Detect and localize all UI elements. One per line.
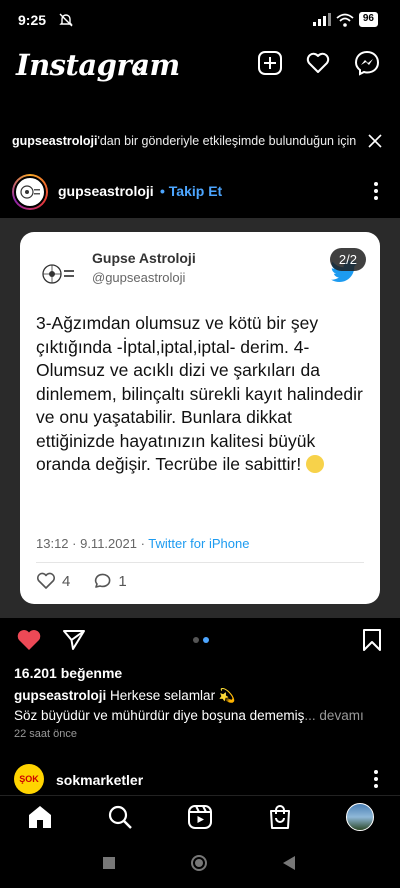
app-header: Instagram: [0, 44, 400, 88]
post-time: 22 saat önce: [14, 728, 77, 740]
shop-icon[interactable]: [267, 804, 293, 830]
avatar[interactable]: [12, 174, 48, 210]
follow-separator: •: [160, 183, 165, 199]
tweet-avatar: [38, 254, 78, 294]
tweet-author-handle: @gupseastroloji: [92, 270, 186, 285]
system-nav-bar: [0, 842, 400, 888]
tweet-divider: [36, 562, 364, 563]
carousel-dot-active: [203, 637, 209, 643]
tweet-timestamp: 13:12 · 9.11.2021 ·: [36, 536, 149, 551]
post-username[interactable]: gupseastroloji: [58, 183, 154, 199]
tweet-body-text: 3-Ağzımdan olumsuz ve kötü bir şey çıktı…: [36, 313, 363, 474]
tweet-stats: 4 1: [36, 572, 149, 590]
status-time: 9:25: [18, 12, 47, 28]
next-post-header: ŞOK sokmarketler: [0, 762, 400, 796]
home-icon[interactable]: [27, 804, 53, 830]
signal-icon: [312, 13, 331, 26]
tweet-reply-count: 1: [118, 572, 127, 590]
back-icon[interactable]: [282, 855, 296, 871]
smile-emoji-icon: [306, 455, 325, 473]
share-icon[interactable]: [62, 628, 86, 652]
battery-indicator: 96: [358, 12, 378, 27]
suggestion-text: gupseastroloji'dan bir gönderiyle etkile…: [12, 134, 356, 148]
post-image[interactable]: Gupse Astroloji @gupseastroloji 3-Ağzımd…: [0, 218, 400, 618]
follow-label: Takip Et: [168, 183, 223, 199]
caption-more-link[interactable]: ... devamı: [304, 708, 363, 723]
caption-line-2: Söz büyüdür ve mühürdür diye boşuna deme…: [14, 708, 305, 723]
add-post-icon[interactable]: [257, 50, 283, 76]
search-icon[interactable]: [107, 804, 133, 830]
instagram-logo[interactable]: Instagram: [16, 48, 180, 82]
like-count[interactable]: 16.201 beğenme: [14, 665, 122, 681]
suggestion-reason: 'dan bir gönderiyle etkileşimde bulunduğ…: [97, 134, 357, 148]
tweet-text: 3-Ağzımdan olumsuz ve kötü bir şey çıktı…: [36, 312, 372, 477]
caption: gupseastroloji Herkese selamlar 💫 Söz bü…: [14, 686, 394, 726]
heart-icon[interactable]: [305, 50, 331, 76]
caption-username[interactable]: gupseastroloji: [14, 688, 106, 703]
tweet-source: Twitter for iPhone: [148, 536, 250, 551]
suggestion-username[interactable]: gupseastroloji: [12, 134, 97, 148]
home-button-icon[interactable]: [190, 854, 208, 872]
tweet-like-count: 4: [62, 572, 71, 590]
carousel-dot: [193, 637, 199, 643]
avatar[interactable]: ŞOK: [14, 764, 44, 794]
follow-button[interactable]: • Takip Et: [160, 183, 222, 199]
sok-logo-text: ŞOK: [19, 774, 39, 784]
post-actions: [0, 626, 400, 656]
recents-icon[interactable]: [102, 856, 116, 870]
reply-icon: [95, 573, 111, 588]
bottom-nav: [0, 795, 400, 839]
astrology-logo-icon: [20, 185, 40, 199]
next-post-username[interactable]: sokmarketler: [56, 772, 143, 788]
wifi-icon: [336, 13, 354, 27]
messenger-icon[interactable]: [354, 50, 380, 76]
tweet-card: Gupse Astroloji @gupseastroloji 3-Ağzımd…: [20, 232, 380, 604]
liked-heart-icon[interactable]: [16, 628, 42, 652]
more-options-icon[interactable]: [374, 182, 378, 200]
status-icons: 96: [312, 12, 378, 27]
post-header: gupseastroloji • Takip Et: [0, 172, 400, 212]
bookmark-icon[interactable]: [362, 628, 382, 652]
tweet-meta: 13:12 · 9.11.2021 · Twitter for iPhone: [36, 536, 249, 551]
profile-avatar[interactable]: [346, 803, 374, 831]
close-icon[interactable]: [368, 134, 382, 148]
status-bar: 9:25 96: [0, 0, 400, 40]
bell-off-icon: [59, 13, 73, 27]
chevron-down-icon[interactable]: [133, 61, 147, 75]
suggestion-banner: gupseastroloji'dan bir gönderiyle etkile…: [0, 130, 400, 154]
more-options-icon[interactable]: [374, 770, 378, 788]
astrology-logo-icon: [42, 264, 74, 284]
carousel-page-indicator: 2/2: [329, 248, 366, 271]
carousel-dots: [193, 637, 209, 643]
caption-line-1: Herkese selamlar 💫: [110, 688, 236, 703]
reels-icon[interactable]: [187, 804, 213, 830]
tweet-author-name: Gupse Astroloji: [92, 250, 196, 266]
heart-icon: [36, 572, 56, 589]
